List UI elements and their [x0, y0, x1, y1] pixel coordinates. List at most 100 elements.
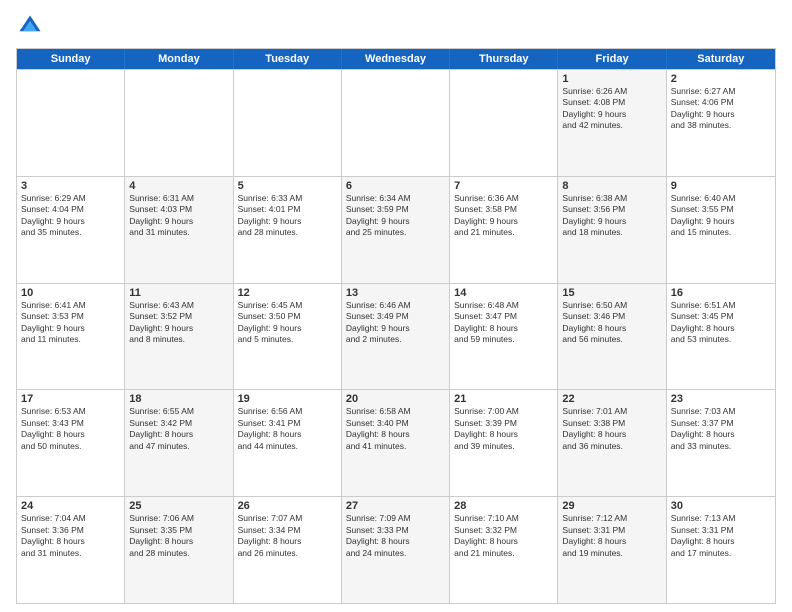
day-cell-11: 11Sunrise: 6:43 AM Sunset: 3:52 PM Dayli…	[125, 284, 233, 390]
day-info: Sunrise: 6:45 AM Sunset: 3:50 PM Dayligh…	[238, 300, 337, 346]
day-info: Sunrise: 7:06 AM Sunset: 3:35 PM Dayligh…	[129, 513, 228, 559]
header-cell-wednesday: Wednesday	[342, 49, 450, 69]
day-number: 28	[454, 500, 553, 512]
day-cell-3: 3Sunrise: 6:29 AM Sunset: 4:04 PM Daylig…	[17, 177, 125, 283]
day-cell-18: 18Sunrise: 6:55 AM Sunset: 3:42 PM Dayli…	[125, 390, 233, 496]
day-number: 19	[238, 393, 337, 405]
day-number: 3	[21, 180, 120, 192]
header	[16, 12, 776, 40]
day-info: Sunrise: 6:53 AM Sunset: 3:43 PM Dayligh…	[21, 406, 120, 452]
day-info: Sunrise: 7:12 AM Sunset: 3:31 PM Dayligh…	[562, 513, 661, 559]
day-info: Sunrise: 6:43 AM Sunset: 3:52 PM Dayligh…	[129, 300, 228, 346]
day-number: 6	[346, 180, 445, 192]
day-number: 10	[21, 287, 120, 299]
day-number: 23	[671, 393, 771, 405]
day-info: Sunrise: 7:00 AM Sunset: 3:39 PM Dayligh…	[454, 406, 553, 452]
day-info: Sunrise: 6:27 AM Sunset: 4:06 PM Dayligh…	[671, 86, 771, 132]
day-cell-8: 8Sunrise: 6:38 AM Sunset: 3:56 PM Daylig…	[558, 177, 666, 283]
day-number: 16	[671, 287, 771, 299]
day-info: Sunrise: 6:38 AM Sunset: 3:56 PM Dayligh…	[562, 193, 661, 239]
day-number: 29	[562, 500, 661, 512]
day-info: Sunrise: 6:31 AM Sunset: 4:03 PM Dayligh…	[129, 193, 228, 239]
day-cell-10: 10Sunrise: 6:41 AM Sunset: 3:53 PM Dayli…	[17, 284, 125, 390]
day-cell-14: 14Sunrise: 6:48 AM Sunset: 3:47 PM Dayli…	[450, 284, 558, 390]
day-info: Sunrise: 6:46 AM Sunset: 3:49 PM Dayligh…	[346, 300, 445, 346]
day-cell-empty-0	[17, 70, 125, 176]
day-cell-25: 25Sunrise: 7:06 AM Sunset: 3:35 PM Dayli…	[125, 497, 233, 603]
day-number: 8	[562, 180, 661, 192]
day-cell-1: 1Sunrise: 6:26 AM Sunset: 4:08 PM Daylig…	[558, 70, 666, 176]
day-number: 13	[346, 287, 445, 299]
day-cell-13: 13Sunrise: 6:46 AM Sunset: 3:49 PM Dayli…	[342, 284, 450, 390]
day-number: 24	[21, 500, 120, 512]
day-cell-4: 4Sunrise: 6:31 AM Sunset: 4:03 PM Daylig…	[125, 177, 233, 283]
day-cell-28: 28Sunrise: 7:10 AM Sunset: 3:32 PM Dayli…	[450, 497, 558, 603]
day-cell-29: 29Sunrise: 7:12 AM Sunset: 3:31 PM Dayli…	[558, 497, 666, 603]
week-row-4: 24Sunrise: 7:04 AM Sunset: 3:36 PM Dayli…	[17, 496, 775, 603]
day-number: 4	[129, 180, 228, 192]
day-number: 1	[562, 73, 661, 85]
logo	[16, 12, 48, 40]
day-cell-empty-3	[342, 70, 450, 176]
day-info: Sunrise: 6:36 AM Sunset: 3:58 PM Dayligh…	[454, 193, 553, 239]
day-cell-30: 30Sunrise: 7:13 AM Sunset: 3:31 PM Dayli…	[667, 497, 775, 603]
week-row-3: 17Sunrise: 6:53 AM Sunset: 3:43 PM Dayli…	[17, 389, 775, 496]
day-number: 11	[129, 287, 228, 299]
day-cell-9: 9Sunrise: 6:40 AM Sunset: 3:55 PM Daylig…	[667, 177, 775, 283]
calendar-body: 1Sunrise: 6:26 AM Sunset: 4:08 PM Daylig…	[17, 69, 775, 603]
day-number: 22	[562, 393, 661, 405]
day-number: 15	[562, 287, 661, 299]
day-number: 20	[346, 393, 445, 405]
calendar-header: SundayMondayTuesdayWednesdayThursdayFrid…	[17, 49, 775, 69]
day-cell-12: 12Sunrise: 6:45 AM Sunset: 3:50 PM Dayli…	[234, 284, 342, 390]
day-info: Sunrise: 7:09 AM Sunset: 3:33 PM Dayligh…	[346, 513, 445, 559]
calendar: SundayMondayTuesdayWednesdayThursdayFrid…	[16, 48, 776, 604]
day-number: 25	[129, 500, 228, 512]
day-number: 2	[671, 73, 771, 85]
day-cell-21: 21Sunrise: 7:00 AM Sunset: 3:39 PM Dayli…	[450, 390, 558, 496]
day-number: 17	[21, 393, 120, 405]
week-row-0: 1Sunrise: 6:26 AM Sunset: 4:08 PM Daylig…	[17, 69, 775, 176]
day-info: Sunrise: 6:51 AM Sunset: 3:45 PM Dayligh…	[671, 300, 771, 346]
day-number: 18	[129, 393, 228, 405]
day-info: Sunrise: 6:29 AM Sunset: 4:04 PM Dayligh…	[21, 193, 120, 239]
header-cell-saturday: Saturday	[667, 49, 775, 69]
day-cell-empty-4	[450, 70, 558, 176]
day-info: Sunrise: 7:07 AM Sunset: 3:34 PM Dayligh…	[238, 513, 337, 559]
day-cell-24: 24Sunrise: 7:04 AM Sunset: 3:36 PM Dayli…	[17, 497, 125, 603]
day-number: 30	[671, 500, 771, 512]
day-number: 26	[238, 500, 337, 512]
day-cell-empty-1	[125, 70, 233, 176]
day-cell-2: 2Sunrise: 6:27 AM Sunset: 4:06 PM Daylig…	[667, 70, 775, 176]
day-info: Sunrise: 7:04 AM Sunset: 3:36 PM Dayligh…	[21, 513, 120, 559]
day-info: Sunrise: 6:48 AM Sunset: 3:47 PM Dayligh…	[454, 300, 553, 346]
day-info: Sunrise: 7:01 AM Sunset: 3:38 PM Dayligh…	[562, 406, 661, 452]
header-cell-monday: Monday	[125, 49, 233, 69]
day-cell-6: 6Sunrise: 6:34 AM Sunset: 3:59 PM Daylig…	[342, 177, 450, 283]
day-info: Sunrise: 6:50 AM Sunset: 3:46 PM Dayligh…	[562, 300, 661, 346]
day-cell-27: 27Sunrise: 7:09 AM Sunset: 3:33 PM Dayli…	[342, 497, 450, 603]
day-info: Sunrise: 7:13 AM Sunset: 3:31 PM Dayligh…	[671, 513, 771, 559]
day-info: Sunrise: 6:58 AM Sunset: 3:40 PM Dayligh…	[346, 406, 445, 452]
day-info: Sunrise: 7:10 AM Sunset: 3:32 PM Dayligh…	[454, 513, 553, 559]
day-cell-23: 23Sunrise: 7:03 AM Sunset: 3:37 PM Dayli…	[667, 390, 775, 496]
day-cell-empty-2	[234, 70, 342, 176]
header-cell-tuesday: Tuesday	[234, 49, 342, 69]
day-cell-19: 19Sunrise: 6:56 AM Sunset: 3:41 PM Dayli…	[234, 390, 342, 496]
day-cell-5: 5Sunrise: 6:33 AM Sunset: 4:01 PM Daylig…	[234, 177, 342, 283]
day-cell-26: 26Sunrise: 7:07 AM Sunset: 3:34 PM Dayli…	[234, 497, 342, 603]
day-number: 27	[346, 500, 445, 512]
header-cell-friday: Friday	[558, 49, 666, 69]
day-info: Sunrise: 6:55 AM Sunset: 3:42 PM Dayligh…	[129, 406, 228, 452]
day-info: Sunrise: 6:26 AM Sunset: 4:08 PM Dayligh…	[562, 86, 661, 132]
day-number: 7	[454, 180, 553, 192]
day-info: Sunrise: 6:40 AM Sunset: 3:55 PM Dayligh…	[671, 193, 771, 239]
day-number: 5	[238, 180, 337, 192]
header-cell-thursday: Thursday	[450, 49, 558, 69]
day-number: 9	[671, 180, 771, 192]
day-info: Sunrise: 6:34 AM Sunset: 3:59 PM Dayligh…	[346, 193, 445, 239]
day-cell-7: 7Sunrise: 6:36 AM Sunset: 3:58 PM Daylig…	[450, 177, 558, 283]
day-cell-16: 16Sunrise: 6:51 AM Sunset: 3:45 PM Dayli…	[667, 284, 775, 390]
day-cell-15: 15Sunrise: 6:50 AM Sunset: 3:46 PM Dayli…	[558, 284, 666, 390]
week-row-1: 3Sunrise: 6:29 AM Sunset: 4:04 PM Daylig…	[17, 176, 775, 283]
